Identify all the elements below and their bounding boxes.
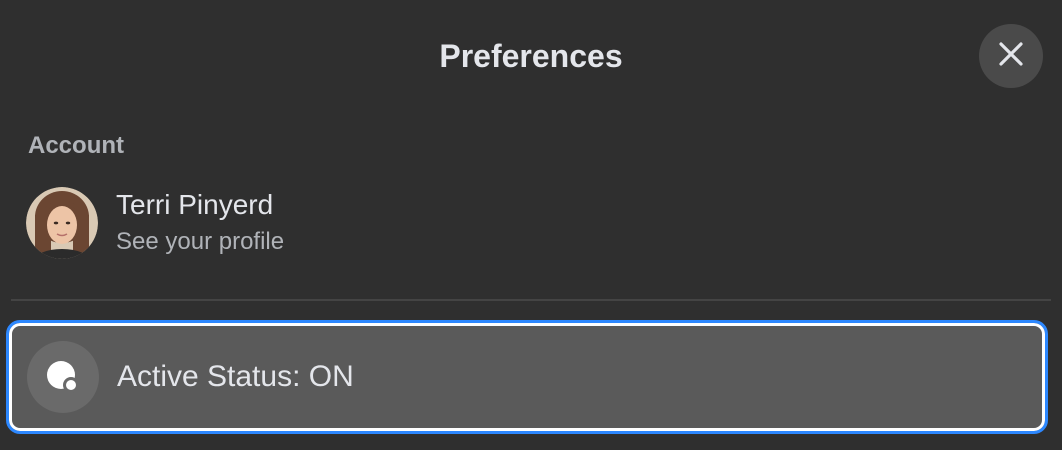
profile-subtitle: See your profile [116,228,285,255]
profile-text: Terri Pinyerd See your profile [116,188,284,258]
preferences-dialog: Preferences Account Terri Pinyerd See yo… [0,0,1062,450]
avatar [26,187,98,259]
active-status-label: Active Status: ON [117,360,354,393]
section-label-account: Account [28,132,124,159]
profile-name: Terri Pinyerd [116,189,274,220]
close-button[interactable] [979,24,1043,88]
close-icon [998,41,1024,72]
dialog-title: Preferences [439,38,623,74]
divider [11,299,1051,301]
active-status-toggle[interactable]: Active Status: ON [6,320,1048,434]
active-status-icon [27,341,99,413]
profile-link[interactable]: Terri Pinyerd See your profile [26,186,1036,260]
